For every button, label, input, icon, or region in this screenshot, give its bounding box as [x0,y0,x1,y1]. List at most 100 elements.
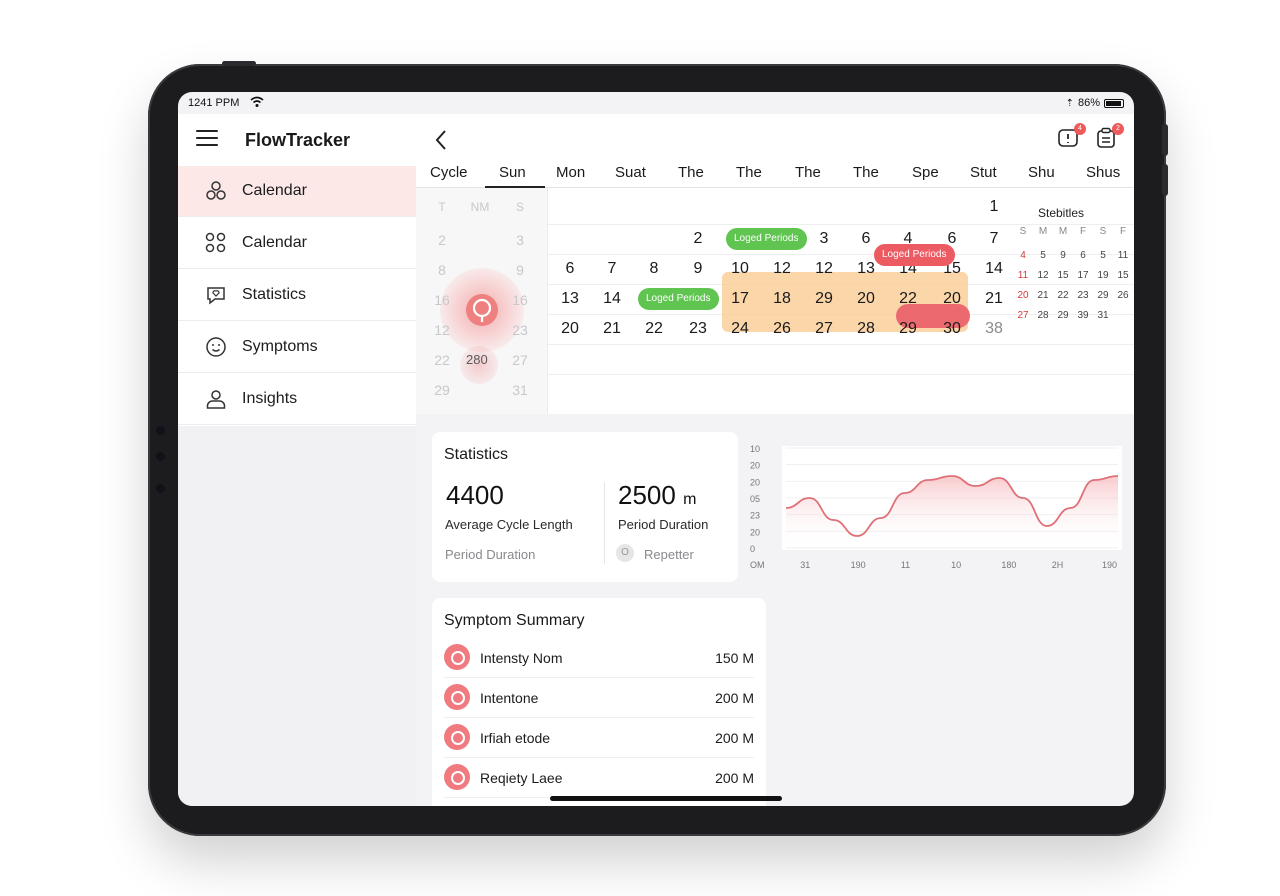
calendar-day[interactable]: 17 [722,290,758,308]
mini-calendar-day[interactable]: 22 [1054,290,1072,301]
hamburger-menu-icon[interactable] [196,130,218,148]
calendar-day[interactable]: 8 [636,260,672,278]
mini-calendar-day[interactable]: 31 [1094,310,1112,321]
tab-stut[interactable]: Stut [970,164,997,181]
calendar-day[interactable]: 13 [552,290,588,308]
symptom-label: Irfiah etode [480,730,551,746]
mini-calendar-day[interactable]: 20 [1014,290,1032,301]
mini-calendar-day[interactable]: 11 [1114,250,1132,261]
mini-day[interactable]: 3 [506,232,534,248]
calendar-day[interactable]: 20 [552,320,588,338]
tab-the[interactable]: The [853,164,879,181]
mini-calendar-day[interactable]: 19 [1094,270,1112,281]
calendar-day[interactable]: 1 [976,198,1012,216]
tab-the[interactable]: The [795,164,821,181]
mini-calendar-day[interactable]: 12 [1034,270,1052,281]
calendar-day[interactable]: 14 [976,260,1012,278]
calendar-day[interactable]: 28 [848,320,884,338]
calendar-day[interactable]: 21 [976,290,1012,308]
calendar-day[interactable]: 22 [890,290,926,308]
mini-calendar-day[interactable]: 28 [1034,310,1052,321]
logged-period-pill[interactable]: Loged Periods [874,244,955,266]
battery-icon [1104,98,1124,108]
calendar-day[interactable]: 14 [594,290,630,308]
calendar-day[interactable]: 22 [636,320,672,338]
tab-shus[interactable]: Shus [1086,164,1120,181]
tab-spe[interactable]: Spe [912,164,939,181]
mini-day[interactable]: 16 [506,292,534,308]
mini-calendar-day[interactable]: 17 [1074,270,1092,281]
calendar-day[interactable]: 3 [806,230,842,248]
calendar-day[interactable]: 21 [594,320,630,338]
mini-day[interactable]: 9 [506,262,534,278]
calendar-day[interactable]: 7 [976,230,1012,248]
mini-calendar-day[interactable]: 27 [1014,310,1032,321]
mini-calendar-day[interactable]: 15 [1114,270,1132,281]
symptom-row[interactable]: Reqiety Laee 200 M [444,758,754,798]
calendar-day[interactable]: 29 [806,290,842,308]
mini-day[interactable]: 12 [428,322,456,338]
mini-day[interactable]: 2 [428,232,456,248]
back-chevron-icon[interactable] [432,128,450,152]
calendar-day[interactable]: 23 [680,320,716,338]
calendar-day[interactable]: 30 [934,320,970,338]
symptom-row[interactable]: Intentone 200 M [444,678,754,718]
calendar-day[interactable]: 20 [848,290,884,308]
mini-calendar-day[interactable]: 9 [1054,250,1072,261]
tab-mon[interactable]: Mon [556,164,585,181]
logged-period-pill[interactable]: Loged Periods [726,228,807,250]
calendar-day[interactable]: 24 [722,320,758,338]
mini-day[interactable]: 29 [428,382,456,398]
mini-day[interactable]: 27 [506,352,534,368]
tab-sun[interactable]: Sun [499,164,526,181]
tab-suat[interactable]: Suat [615,164,646,181]
calendar-day[interactable]: 10 [722,260,758,278]
mini-day[interactable]: 31 [506,382,534,398]
sidebar-item-symptoms[interactable]: Symptoms [178,322,416,373]
calendar-day[interactable]: 38 [976,320,1012,338]
calendar-day[interactable]: 29 [890,320,926,338]
calendar-day[interactable]: 6 [552,260,588,278]
logged-period-pill[interactable]: Loged Periods [638,288,719,310]
mini-calendar-day[interactable]: 26 [1114,290,1132,301]
calendar-day[interactable]: 12 [764,260,800,278]
calendar-day[interactable]: 2 [680,230,716,248]
tab-the[interactable]: The [736,164,762,181]
calendar-day[interactable]: 18 [764,290,800,308]
clipboard-icon[interactable]: 2 [1094,123,1124,152]
calendar-day[interactable]: 12 [806,260,842,278]
calendar-day[interactable]: 27 [806,320,842,338]
tab-shu[interactable]: Shu [1028,164,1055,181]
mini-calendar-day[interactable]: 11 [1014,270,1032,281]
mini-calendar-day[interactable]: 15 [1054,270,1072,281]
mini-day[interactable]: 23 [506,322,534,338]
sidebar-item-calendar-2[interactable]: Calendar [178,218,416,269]
sidebar-item-calendar[interactable]: Calendar [178,166,416,217]
sidebar-item-statistics[interactable]: Statistics [178,270,416,321]
mini-day[interactable]: 16 [428,292,456,308]
calendar-day[interactable]: 9 [680,260,716,278]
symptom-row[interactable]: Irfiah etode 200 M [444,718,754,758]
mini-calendar-day[interactable]: 6 [1074,250,1092,261]
calendar-day[interactable]: 26 [764,320,800,338]
symptom-row[interactable]: Intensty Nom 150 M [444,638,754,678]
tab-cycle[interactable]: Cycle [430,164,468,181]
mini-calendar-day[interactable]: 5 [1094,250,1112,261]
mini-calendar-day[interactable]: 4 [1014,250,1032,261]
mini-day[interactable]: 8 [428,262,456,278]
mini-calendar-day[interactable]: 23 [1074,290,1092,301]
mini-calendar-day[interactable]: 5 [1034,250,1052,261]
mini-day[interactable]: 22 [428,352,456,368]
repeat-label[interactable]: Repetter [644,547,694,562]
notification-icon[interactable]: 4 [1056,123,1086,152]
mini-calendar-day[interactable]: 29 [1094,290,1112,301]
sidebar-list: FlowTracker Calendar Calendar Statistics [178,114,416,426]
sidebar-item-insights[interactable]: Insights [178,374,416,425]
mini-calendar-day[interactable]: 39 [1074,310,1092,321]
calendar-day[interactable]: 7 [594,260,630,278]
period-duration-link[interactable]: Period Duration [445,547,535,562]
tab-the[interactable]: The [678,164,704,181]
mini-calendar-day[interactable]: 21 [1034,290,1052,301]
mini-calendar-day[interactable]: 29 [1054,310,1072,321]
calendar-day[interactable]: 20 [934,290,970,308]
